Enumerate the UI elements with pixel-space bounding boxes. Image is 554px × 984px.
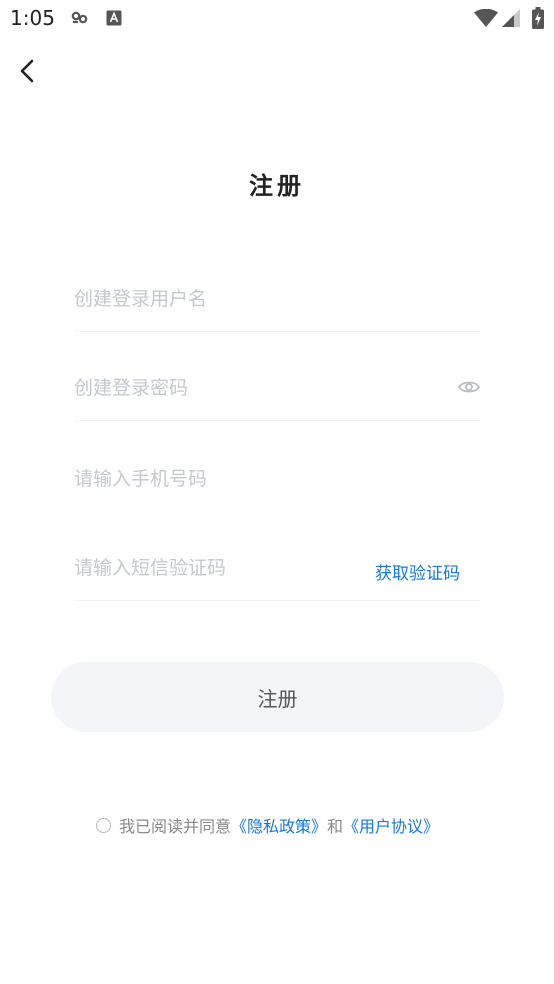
signal-icon (502, 9, 520, 31)
username-input[interactable] (74, 279, 480, 319)
sms-code-field-wrap: 获取验证码 (74, 548, 480, 601)
eye-icon (457, 381, 481, 393)
status-time: 1:05 (10, 6, 55, 30)
status-bar: 1:05 (0, 0, 554, 38)
wifi-icon (474, 8, 498, 31)
battery-charging-icon (532, 7, 544, 33)
keyboard-a-icon (106, 10, 122, 30)
phone-field-wrap (74, 459, 480, 499)
password-input[interactable] (74, 368, 444, 408)
phone-input[interactable] (74, 459, 480, 499)
page-title: 注册 (249, 172, 305, 200)
link-icon (70, 10, 90, 30)
agreement-and: 和 (327, 817, 344, 836)
register-screen: 1:05 注册 创建登录用户名 请输入手机号码 请输入短信验证码 获取验证码 注… (0, 0, 554, 984)
chevron-left-icon (20, 59, 34, 83)
back-button[interactable] (12, 54, 44, 88)
register-button[interactable]: 注册 (51, 662, 504, 732)
password-visibility-toggle[interactable] (457, 376, 481, 398)
agreement-row: 我已阅读并同意 《隐私政策》 和 《用户协议》 (96, 813, 439, 837)
get-code-button[interactable]: 获取验证码 (375, 559, 460, 584)
user-agreement-link[interactable]: 《用户协议》 (343, 813, 439, 837)
password-underline (74, 420, 480, 421)
privacy-policy-link[interactable]: 《隐私政策》 (231, 813, 327, 837)
password-field-wrap (74, 368, 481, 421)
sms-code-underline (74, 600, 480, 601)
sms-code-input[interactable] (74, 548, 354, 588)
username-underline (74, 331, 480, 332)
agreement-prefix: 我已阅读并同意 (119, 817, 232, 836)
username-field-wrap (74, 279, 480, 332)
agree-checkbox[interactable] (96, 817, 111, 833)
